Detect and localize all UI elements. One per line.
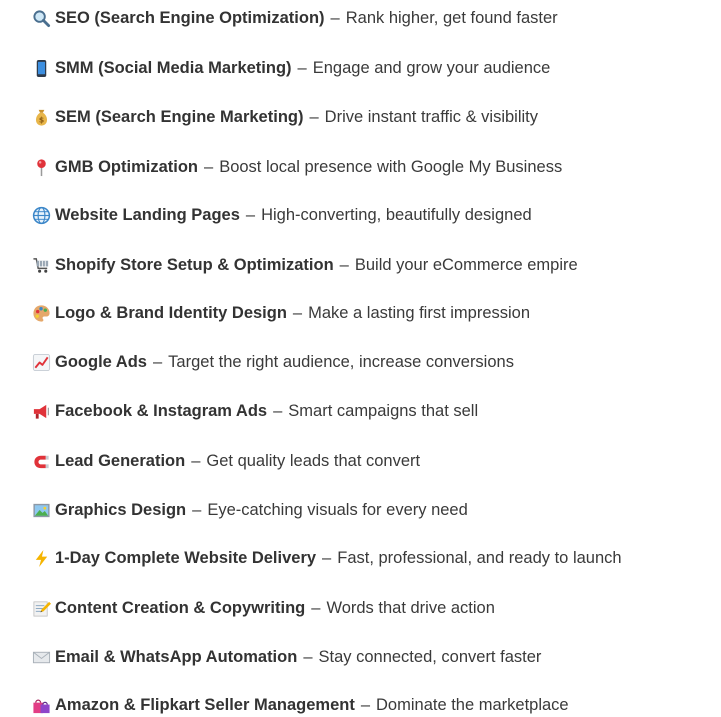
service-item-smm: SMM (Social Media Marketing) – Engage an… [32,56,550,80]
service-description: Target the right audience, increase conv… [168,352,514,371]
chart-increasing-icon [32,353,51,372]
service-separator: – [204,157,214,176]
service-description: Smart campaigns that sell [288,401,479,420]
service-name: GMB Optimization [55,157,198,176]
service-separator: – [292,303,303,322]
service-name: Logo & Brand Identity Design [55,303,287,322]
service-separator: – [309,107,319,126]
artist-palette-icon [32,304,51,323]
service-item-automation: Email & WhatsApp Automation – Stay conne… [32,645,541,669]
service-description: Get quality leads that convert [206,451,421,470]
service-description: Make a lasting first impression [308,303,531,322]
service-name: 1-Day Complete Website Delivery [55,548,317,567]
service-name: Website Landing Pages [55,205,240,224]
service-separator: – [192,500,202,519]
magnet-icon [32,452,51,471]
service-name: Facebook & Instagram Ads [55,401,268,420]
service-name: SEO (Search Engine Optimization) [55,8,325,27]
globe-icon [32,206,51,225]
service-description: Eye-catching visuals for every need [207,500,468,519]
service-separator: – [303,647,313,666]
service-item-logo-design: Logo & Brand Identity Design – Make a la… [32,301,530,325]
service-item-seller-management: Amazon & Flipkart Seller Management – Do… [32,693,569,717]
service-item-gmb: GMB Optimization – Boost local presence … [32,155,562,179]
megaphone-icon [32,402,51,421]
framed-picture-icon [32,501,51,520]
service-item-seo: SEO (Search Engine Optimization) – Rank … [32,6,558,30]
service-item-shopify: Shopify Store Setup & Optimization – Bui… [32,253,578,277]
service-name: Shopify Store Setup & Optimization [55,255,334,274]
service-description: Stay connected, convert faster [318,647,542,666]
envelope-icon [32,648,51,667]
service-name: Google Ads [55,352,147,371]
service-name: SEM (Search Engine Marketing) [55,107,304,126]
service-separator: – [191,451,201,470]
service-description: Rank higher, get found faster [345,8,558,27]
service-item-website-delivery: 1-Day Complete Website Delivery – Fast, … [32,546,622,570]
service-name: Email & WhatsApp Automation [55,647,298,666]
service-separator: – [311,598,321,617]
service-separator: – [330,8,340,27]
service-separator: – [297,58,307,77]
service-item-graphics-design: Graphics Design – Eye-catching visuals f… [32,498,468,522]
svg-text:$: $ [39,115,44,124]
lightning-bolt-icon [32,549,51,568]
service-separator: – [152,352,163,371]
memo-icon [32,599,51,618]
service-description: Boost local presence with Google My Busi… [219,157,563,176]
service-item-content-creation: Content Creation & Copywriting – Words t… [32,596,495,620]
service-name: Amazon & Flipkart Seller Management [55,695,355,714]
service-description: Build your eCommerce empire [354,255,578,274]
service-separator: – [245,205,256,224]
service-item-lead-generation: Lead Generation – Get quality leads that… [32,449,420,473]
service-description: Words that drive action [326,598,495,617]
service-separator: – [273,401,283,420]
service-description: Dominate the marketplace [376,695,569,714]
shopping-cart-icon [32,256,51,275]
service-description: Engage and grow your audience [312,58,551,77]
service-separator: – [339,255,349,274]
shopping-bags-icon [32,696,51,715]
service-item-google-ads: Google Ads – Target the right audience, … [32,350,514,374]
service-description: Fast, professional, and ready to launch [337,548,622,567]
service-separator: – [322,548,332,567]
mobile-phone-icon [32,59,51,78]
service-name: Graphics Design [55,500,187,519]
magnifying-glass-icon [32,9,51,28]
service-name: Lead Generation [55,451,186,470]
service-item-sem: $ SEM (Search Engine Marketing) – Drive … [32,105,538,129]
service-description: Drive instant traffic & visibility [324,107,538,126]
service-separator: – [360,695,371,714]
service-item-social-ads: Facebook & Instagram Ads – Smart campaig… [32,399,478,423]
service-item-landing-pages: Website Landing Pages – High-converting,… [32,203,532,227]
service-name: SMM (Social Media Marketing) [55,58,292,77]
money-bag-icon: $ [32,108,51,127]
map-pin-icon [32,158,51,177]
service-name: Content Creation & Copywriting [55,598,306,617]
service-description: High-converting, beautifully designed [261,205,532,224]
